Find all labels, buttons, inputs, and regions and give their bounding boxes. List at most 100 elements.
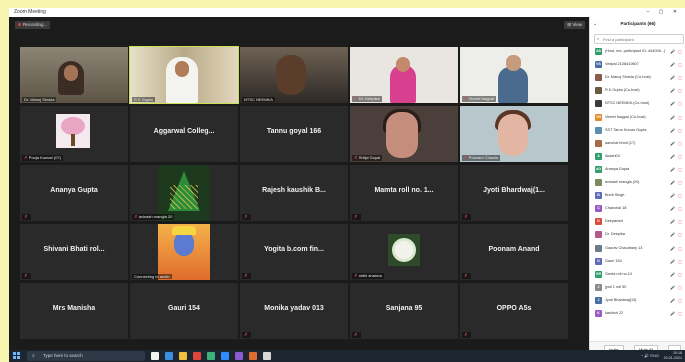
avatar: AG xyxy=(595,165,602,173)
participant-row[interactable]: J Jyoti Bhardwaj(13) 🎤 ▢ xyxy=(590,295,685,306)
video-tile[interactable]: ✗Shilpi Goyal xyxy=(350,106,458,162)
mic-video-status-icon[interactable]: 🎤 ▢ xyxy=(670,114,683,121)
participant-row[interactable]: B Bunti Singh 🎤 ▢ xyxy=(590,190,685,201)
mic-video-status-icon[interactable]: 🎤 ▢ xyxy=(670,192,683,199)
taskbar-app-icon[interactable] xyxy=(249,352,257,360)
video-tile[interactable]: Gauri 154 xyxy=(130,283,238,339)
participant-video xyxy=(350,106,458,162)
video-tile[interactable]: OPPO A5s ✗ xyxy=(460,283,568,339)
video-tile[interactable]: ✗Dr. Deepika xyxy=(350,47,458,103)
mic-video-status-icon[interactable]: 🎤 ▢ xyxy=(670,284,683,291)
windows-start-icon[interactable] xyxy=(13,352,21,360)
video-tile[interactable]: Monika yadav 013 ✗ xyxy=(240,283,348,339)
video-tile[interactable]: Sanjana 95 ✗ xyxy=(350,283,458,339)
participant-row[interactable]: Gaurav Chaudhary 13 🎤 ▢ xyxy=(590,243,685,254)
mic-video-status-icon[interactable]: 🎤 ▢ xyxy=(670,310,683,317)
mic-video-status-icon[interactable]: 🎤 ▢ xyxy=(670,258,683,265)
taskbar-app-icon[interactable] xyxy=(193,352,201,360)
taskbar-clock[interactable]: 10:18 20-01-2021 xyxy=(664,351,682,361)
video-tile[interactable]: ✗avinash mangla 20 xyxy=(130,165,238,221)
video-tile[interactable]: Jyoti Bhardwaj(1... ✗ xyxy=(460,165,568,221)
tile-name-label: ✗nidhi sharma xyxy=(352,273,384,279)
taskbar-app-icon[interactable] xyxy=(151,352,159,360)
video-tile[interactable]: Shivani Bhati rol... ✗ xyxy=(20,224,128,280)
participant-row[interactable]: GR Geeta roll no.10 🎤 ▢ xyxy=(590,269,685,280)
recording-indicator[interactable]: Recording... xyxy=(15,21,51,29)
avatar xyxy=(595,126,602,134)
video-tile[interactable]: Rajesh kaushik B... ✗ xyxy=(240,165,348,221)
participant-row[interactable]: Dr. Deepika 🎤 ▢ xyxy=(590,229,685,240)
participant-row[interactable]: AS (Host, me, participant ID: 444008...) 🎤… xyxy=(590,46,685,57)
mic-video-status-icon[interactable]: 🎤 ▢ xyxy=(670,231,683,238)
participant-row[interactable]: Kkashish 22 🎤 ▢ xyxy=(590,308,685,319)
video-tile[interactable]: Poonam Anand ✗ xyxy=(460,224,568,280)
muted-mic-icon: ✗ xyxy=(354,214,358,219)
taskbar-app-icon[interactable] xyxy=(207,352,215,360)
mic-video-status-icon[interactable]: 🎤 ▢ xyxy=(670,205,683,212)
participant-name: Tannu goyal 166 xyxy=(266,128,322,135)
participant-row[interactable]: AG Ananya Gupta 🎤 ▢ xyxy=(590,164,685,175)
taskbar-app-icon[interactable] xyxy=(221,352,229,360)
taskbar-app-icon[interactable] xyxy=(179,352,187,360)
participant-row[interactable]: D Deepanshi 🎤 ▢ xyxy=(590,216,685,227)
mic-video-status-icon[interactable]: 🎤 ▢ xyxy=(670,218,683,225)
mic-video-status-icon[interactable]: 🎤 ▢ xyxy=(670,153,683,160)
mic-video-status-icon[interactable]: 🎤 ▢ xyxy=(670,245,683,252)
video-tile[interactable]: Yogita b.com fin... ✗ xyxy=(240,224,348,280)
mic-video-status-icon[interactable]: 🎤 ▢ xyxy=(670,271,683,278)
video-tile[interactable]: Tannu goyal 166 xyxy=(240,106,348,162)
mic-video-status-icon[interactable]: 🎤 ▢ xyxy=(670,297,683,304)
video-tile[interactable]: R K Gupta xyxy=(129,46,239,104)
participant-video xyxy=(460,47,568,103)
avatar xyxy=(595,231,602,239)
participant-row[interactable]: C Chanchal 18 🎤 ▢ xyxy=(590,203,685,214)
participant-row[interactable]: A Akash04 🎤 ▢ xyxy=(590,151,685,162)
mic-video-status-icon[interactable]: 🎤 ▢ xyxy=(670,61,683,68)
taskbar-app-icon[interactable] xyxy=(165,352,173,360)
participant-search[interactable]: ⌕ xyxy=(594,34,684,44)
participant-row[interactable]: SST Tarun Kumar Gupta 🎤 ▢ xyxy=(590,125,685,136)
video-tile[interactable]: Mrs Manisha xyxy=(20,283,128,339)
video-tile[interactable]: ✗Poonam Chawla xyxy=(460,106,568,162)
video-tile[interactable]: Aggarwal Colleg... xyxy=(130,106,238,162)
participant-row[interactable]: G Gauri 154 🎤 ▢ xyxy=(590,256,685,267)
participant-row[interactable]: Dr. Manoj Shukla (Co-host) 🎤 ▢ xyxy=(590,72,685,83)
muted-mic-icon: ✗ xyxy=(134,214,138,219)
video-tile[interactable]: NTSC NEEMKA xyxy=(240,47,348,103)
mic-video-status-icon[interactable]: 🎤 ▢ xyxy=(670,48,683,55)
taskbar-app-icon[interactable] xyxy=(235,352,243,360)
video-tile[interactable]: Dr. Manoj Shukla xyxy=(20,47,128,103)
avatar: G xyxy=(595,257,602,265)
participant-row[interactable]: aanchal bhoti (17) 🎤 ▢ xyxy=(590,138,685,149)
avatar xyxy=(595,87,602,95)
mic-video-status-icon[interactable]: 🎤 ▢ xyxy=(670,179,683,186)
mic-video-status-icon[interactable]: 🎤 ▢ xyxy=(670,166,683,173)
mic-video-status-icon[interactable]: 🎤 ▢ xyxy=(670,140,683,147)
participant-row[interactable]: VS Vedpal 2108410607 🎤 ▢ xyxy=(590,59,685,70)
participant-row[interactable]: R K Gupta (Co-host) 🎤 ▢ xyxy=(590,85,685,96)
video-tile[interactable]: Mamta roll no. 1... ✗ xyxy=(350,165,458,221)
view-button[interactable]: ⊞ View xyxy=(564,21,585,29)
video-tile[interactable]: ✗Pooja Kumari (07) xyxy=(20,106,128,162)
window-controls[interactable]: – ▢ ✕ xyxy=(647,8,681,17)
mic-video-status-icon[interactable]: 🎤 ▢ xyxy=(670,87,683,94)
video-tile[interactable]: ✗Vineet Nagpal xyxy=(460,47,568,103)
participant-row[interactable]: Jjyoti 1 roll 50 🎤 ▢ xyxy=(590,282,685,293)
tile-label-text: Dr. Deepika xyxy=(358,96,380,101)
system-tray[interactable]: ^ 🔊 ENG xyxy=(641,350,659,362)
mic-video-status-icon[interactable]: 🎤 ▢ xyxy=(670,100,683,107)
participant-row[interactable]: VN Vineet Nagpal (Co-host) 🎤 ▢ xyxy=(590,112,685,123)
video-tile[interactable]: Ananya Gupta ✗ xyxy=(20,165,128,221)
video-tile[interactable]: ✗nidhi sharma xyxy=(350,224,458,280)
tile-name-label: ✗ xyxy=(22,214,31,220)
participant-search-input[interactable] xyxy=(595,35,683,43)
clock-date: 20-01-2021 xyxy=(663,356,682,360)
mic-video-status-icon[interactable]: 🎤 ▢ xyxy=(670,127,683,134)
taskbar-search[interactable]: ⌕ Type here to search xyxy=(27,351,145,361)
taskbar-app-icon[interactable] xyxy=(263,352,271,360)
video-tile[interactable]: Connecting to audio xyxy=(130,224,238,280)
tile-name-label: ✗ xyxy=(242,332,251,338)
mic-video-status-icon[interactable]: 🎤 ▢ xyxy=(670,74,683,81)
participant-row[interactable]: NTSC NEEMKA (Co-host) 🎤 ▢ xyxy=(590,98,685,109)
participant-row[interactable]: avinash mangla (20) 🎤 ▢ xyxy=(590,177,685,188)
